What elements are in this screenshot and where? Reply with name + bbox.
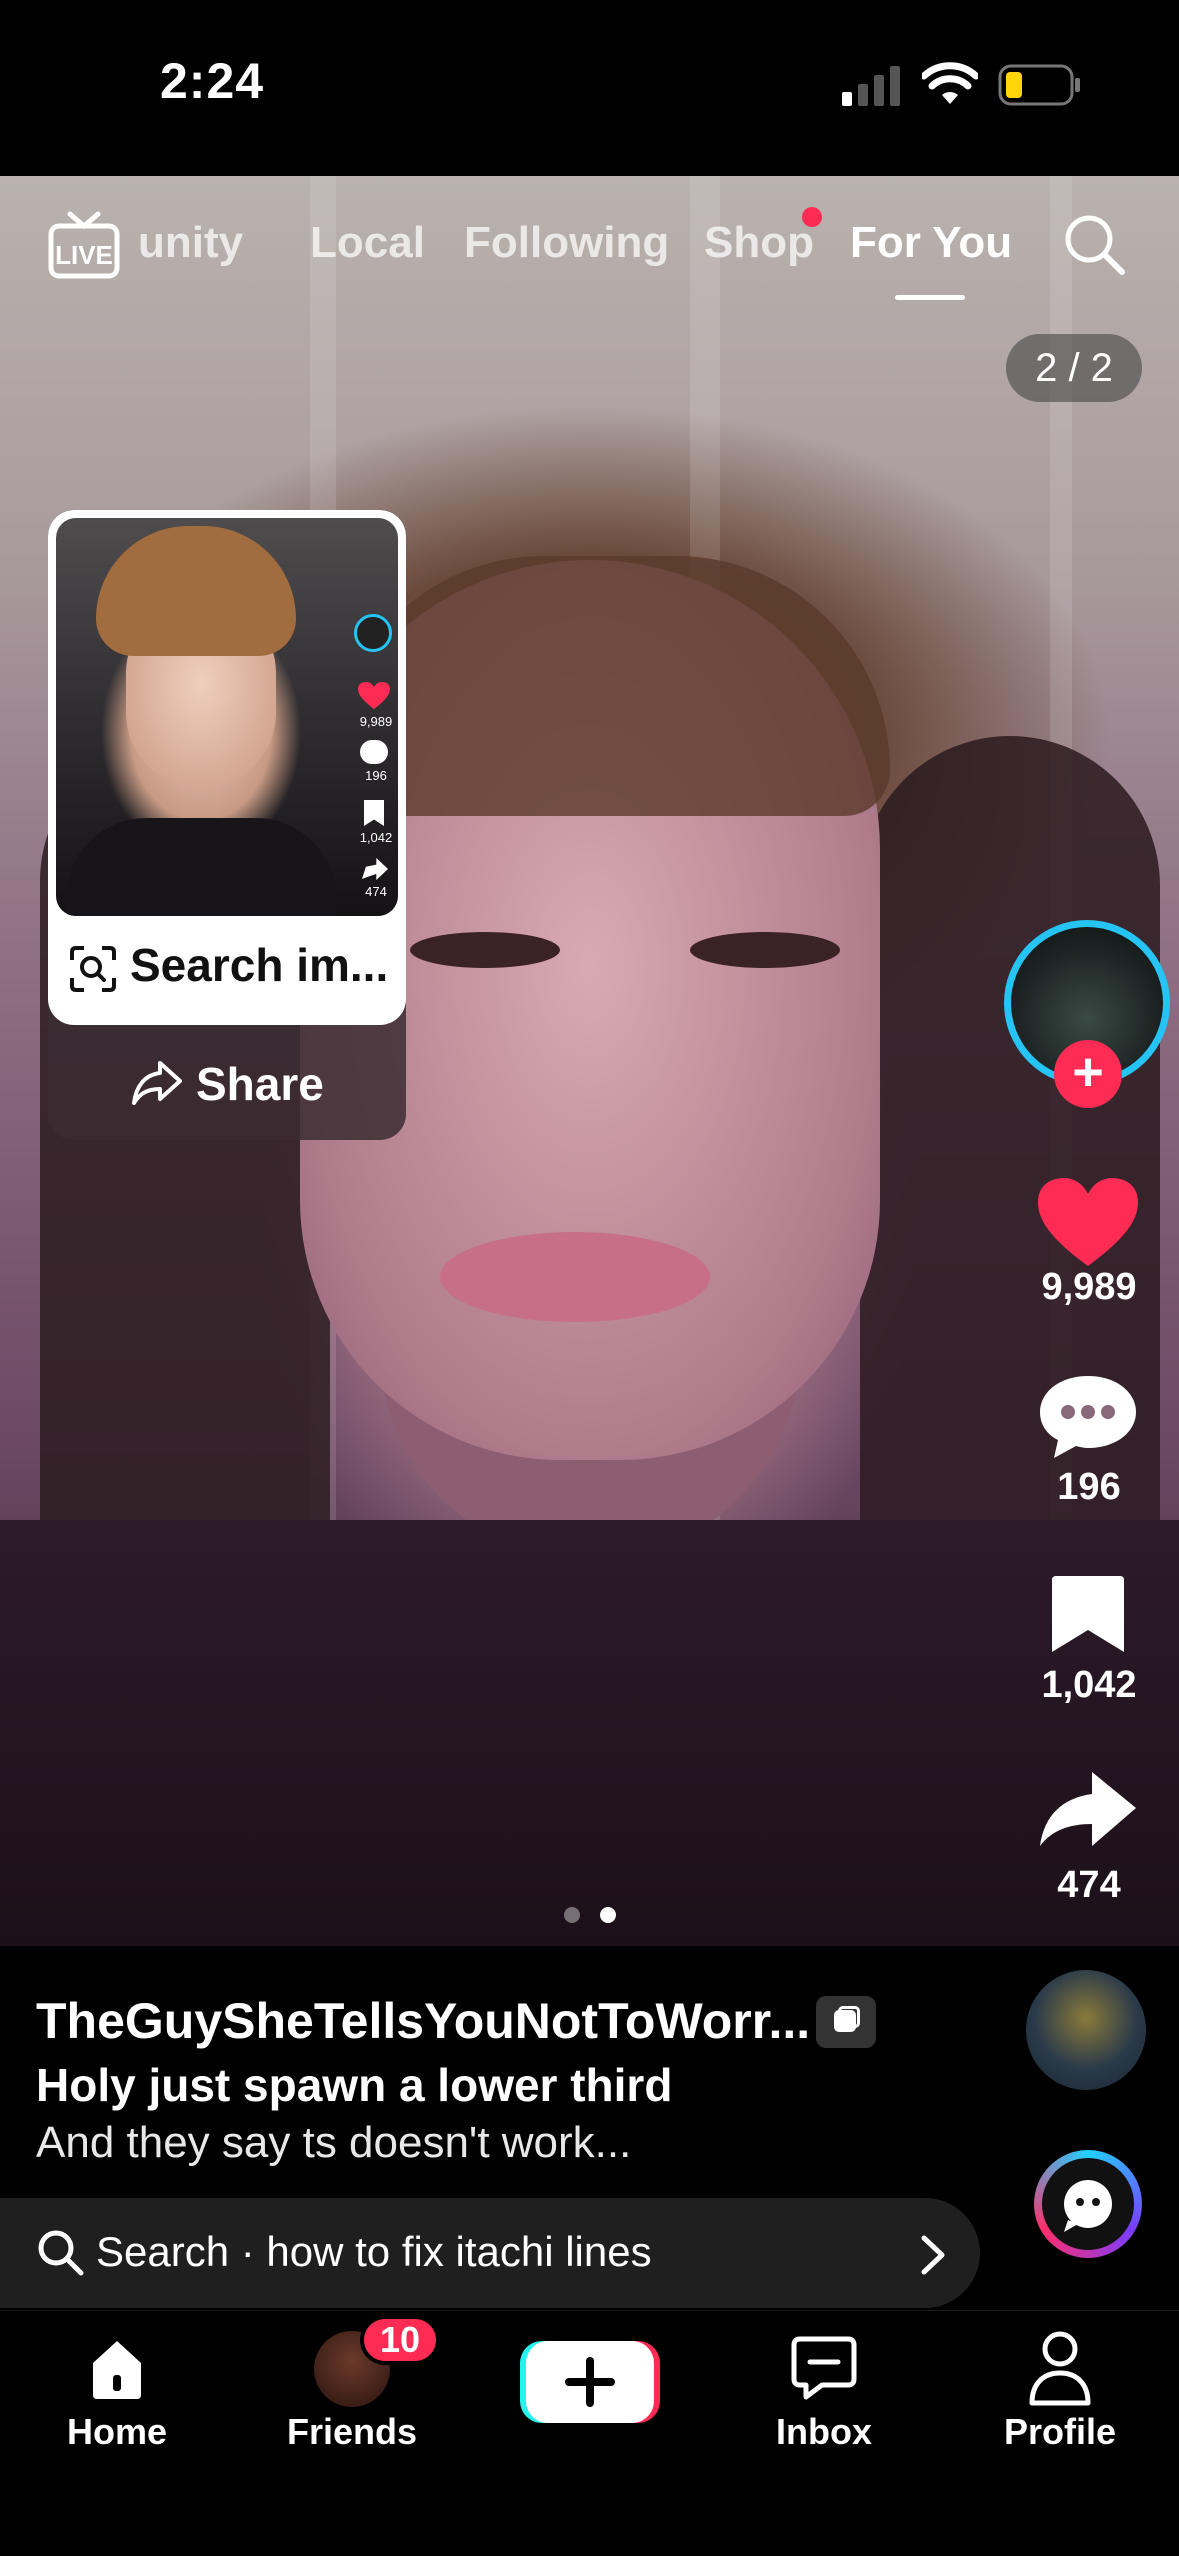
top-nav: unity Local Following Shop For You [0,200,1179,310]
shop-notification-dot [802,207,822,227]
share-option[interactable]: Share [48,1025,406,1140]
share-arrow-icon [132,1061,182,1105]
status-time: 2:24 [160,53,265,109]
popup-preview-card[interactable]: 9,989 196 1,042 474 Search im... [48,510,406,1025]
ai-assistant-button[interactable] [1034,2150,1142,2258]
battery-icon [998,64,1080,106]
thumb-save-count: 1,042 [359,830,393,845]
thumb-share-icon [362,858,388,880]
long-press-popup: 9,989 196 1,042 474 Search im... Share [48,510,406,1140]
search-button[interactable] [1062,212,1126,276]
tab-for-you[interactable]: For You [850,218,1012,268]
comment-icon[interactable] [1036,1372,1140,1462]
tab-following[interactable]: Following [464,218,669,268]
profile-icon [1029,2331,1091,2406]
save-count: 1,042 [1041,1664,1137,1706]
nav-home-label: Home [66,2411,168,2452]
nav-friends-label: Friends [286,2411,418,2452]
post-title: Holy just spawn a lower third [36,2059,673,2111]
share-count: 474 [1057,1864,1121,1906]
thumb-comment-count: 196 [365,768,387,783]
music-disc-avatar[interactable] [1026,1970,1146,2090]
share-icon[interactable] [1036,1770,1140,1850]
thumb-heart-icon [358,682,390,709]
wifi-icon [922,62,978,104]
inbox-icon [791,2336,857,2400]
preview-thumbnail: 9,989 196 1,042 474 [56,518,398,916]
thumb-like-count: 9,989 [359,714,393,729]
tab-community[interactable]: unity [138,218,243,268]
create-post-button[interactable] [520,2339,660,2425]
search-icon [38,2230,84,2276]
tab-local[interactable]: Local [310,218,425,268]
ai-chat-icon [1064,2180,1112,2232]
thumb-avatar [354,614,392,652]
active-tab-indicator [895,295,965,300]
thumb-share-count: 474 [365,884,387,899]
search-icon [1065,215,1125,275]
thumb-comment-icon [360,740,388,764]
comment-count: 196 [1057,1466,1121,1508]
like-count: 9,989 [1041,1266,1137,1308]
photo-page-counter: 2 / 2 [1006,334,1142,402]
chevron-right-icon [921,2235,945,2275]
post-description[interactable]: And they say ts doesn't work... [36,2118,631,2168]
bookmark-icon[interactable] [1036,1574,1140,1654]
bottom-nav: Home 10 Friends Inbox Profile [0,2310,1179,2556]
tab-shop[interactable]: Shop [704,218,814,268]
related-search-text: Search · how to fix itachi lines [96,2228,652,2275]
status-bar: 2:24 [0,0,1179,176]
friends-notification-badge: 10 [360,2315,440,2365]
follow-plus-button[interactable]: + [1054,1040,1122,1108]
home-icon [93,2341,141,2399]
carousel-dots [564,1907,616,1923]
search-image-option[interactable]: Search im... [130,938,388,992]
nav-inbox-label: Inbox [776,2411,872,2452]
thumb-bookmark-icon [364,800,384,826]
creator-username[interactable]: TheGuySheTellsYouNotToWorr... [36,1992,810,2050]
photo-mode-icon [816,1996,876,2048]
image-search-icon [70,946,116,992]
signal-icon [842,66,900,106]
nav-profile-label: Profile [1003,2411,1117,2452]
like-heart-icon[interactable] [1036,1176,1140,1268]
share-option-label: Share [196,1058,324,1110]
